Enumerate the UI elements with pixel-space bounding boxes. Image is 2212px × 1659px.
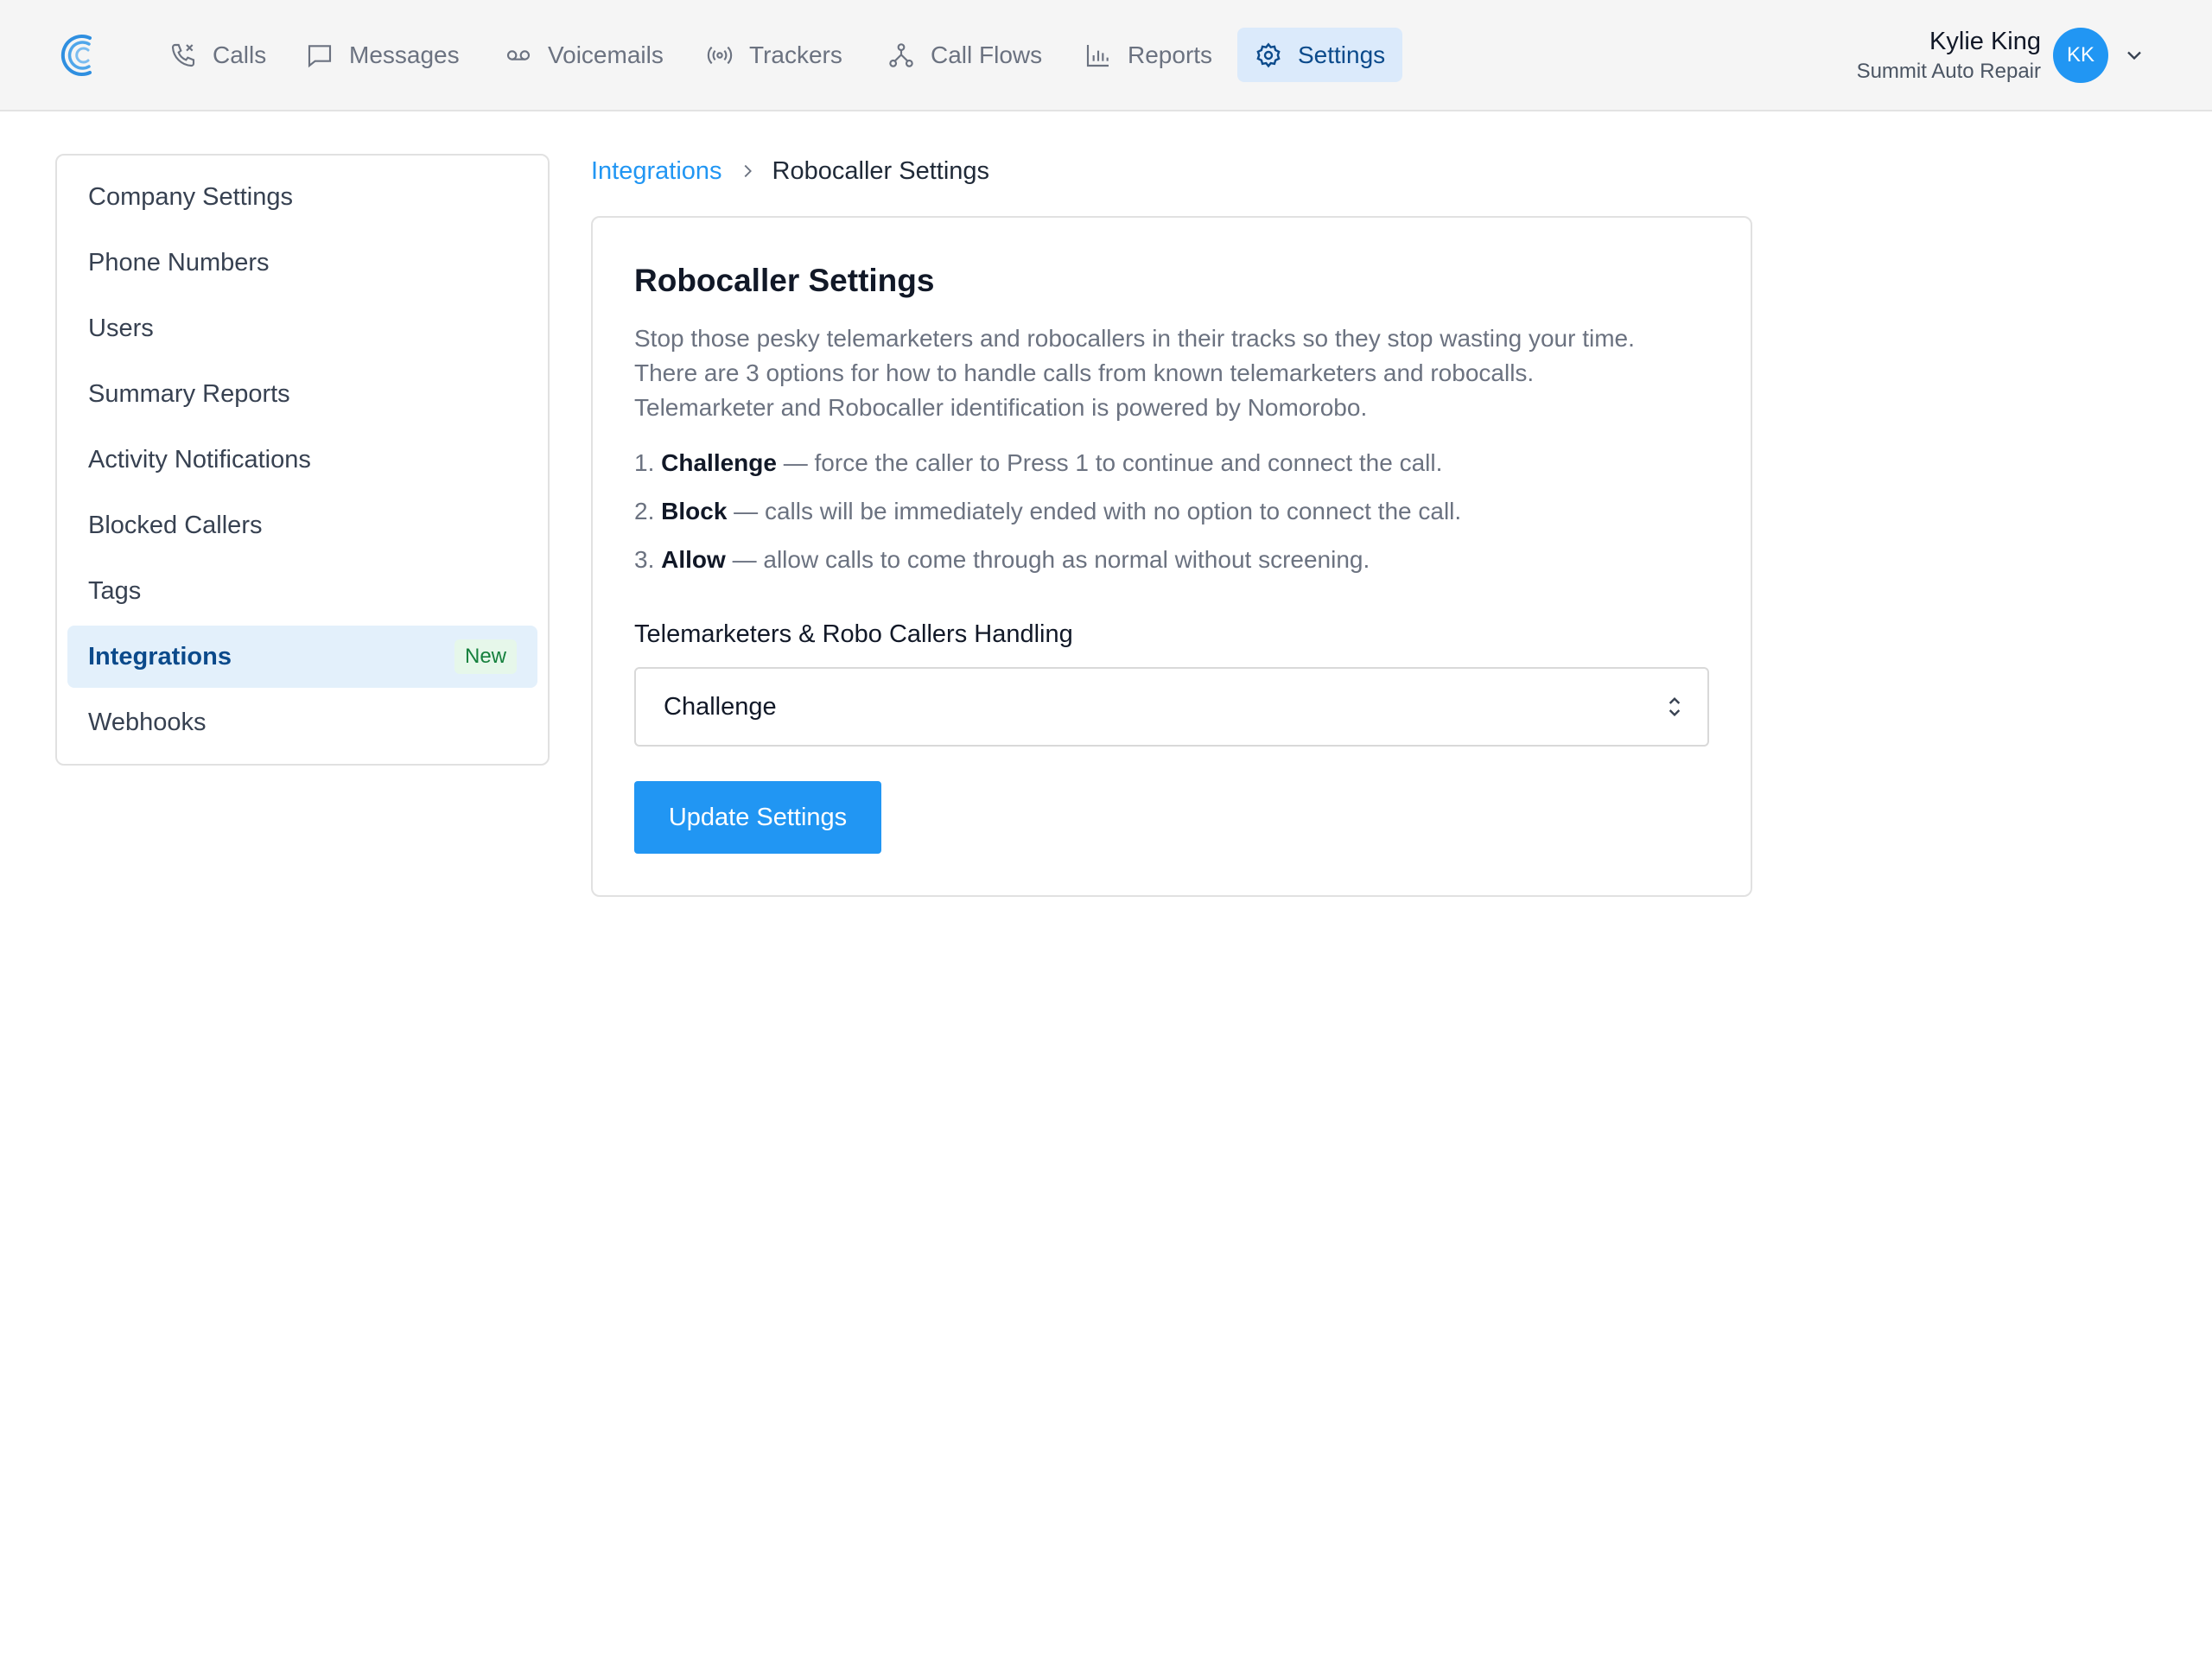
- nav-trackers-label: Trackers: [749, 41, 842, 68]
- chat-icon: [308, 44, 332, 67]
- sidebar-item-label: Summary Reports: [88, 379, 290, 408]
- nav-reports-label: Reports: [1128, 41, 1213, 68]
- sidebar-item-tags[interactable]: Tags: [67, 560, 537, 622]
- description: Stop those pesky telemarketers and roboc…: [634, 321, 1723, 425]
- sidebar-item-webhooks[interactable]: Webhooks: [67, 691, 537, 753]
- handling-select-value: Challenge: [664, 692, 777, 721]
- nav-messages-label: Messages: [349, 41, 460, 68]
- flow-icon: [889, 42, 913, 67]
- breadcrumb: Integrations Robocaller Settings: [591, 154, 989, 188]
- option-text: — calls will be immediately ended with n…: [727, 498, 1462, 524]
- option-block: 2. Block — calls will be immediately end…: [634, 498, 1461, 525]
- sidebar-item-company-settings[interactable]: Company Settings: [67, 166, 537, 228]
- breadcrumb-current: Robocaller Settings: [772, 156, 990, 185]
- chevron-right-icon: [744, 164, 752, 178]
- sidebar-item-summary-reports[interactable]: Summary Reports: [67, 363, 537, 425]
- sidebar-item-label: Users: [88, 314, 154, 342]
- handling-select[interactable]: Challenge: [634, 667, 1709, 747]
- handling-field-label: Telemarketers & Robo Callers Handling: [634, 620, 1073, 648]
- sidebar-item-activity-notifications[interactable]: Activity Notifications: [67, 429, 537, 491]
- top-navbar: Calls Messages Voicemails Trackers Call …: [0, 0, 2212, 111]
- sidebar-item-label: Company Settings: [88, 182, 293, 211]
- option-allow: 3. Allow — allow calls to come through a…: [634, 546, 1370, 574]
- nav-settings-label: Settings: [1298, 41, 1386, 68]
- nav-call-flows-label: Call Flows: [931, 41, 1043, 68]
- user-company: Summit Auto Repair: [1856, 60, 2041, 83]
- settings-sidebar: Company Settings Phone Numbers Users Sum…: [55, 154, 550, 766]
- option-number: 3.: [634, 546, 655, 573]
- nav-settings[interactable]: Settings: [1237, 28, 1403, 82]
- avatar[interactable]: KK: [2053, 28, 2108, 83]
- sidebar-item-label: Phone Numbers: [88, 248, 270, 276]
- user-info[interactable]: Kylie King Summit Auto Repair: [1857, 24, 2041, 85]
- sidebar-item-label: Webhooks: [88, 708, 207, 736]
- nav-voicemails[interactable]: Voicemails: [487, 28, 681, 82]
- nav-calls[interactable]: Calls: [152, 28, 283, 82]
- broadcast-icon: [707, 46, 733, 64]
- option-number: 1.: [634, 449, 655, 476]
- nav-calls-label: Calls: [213, 41, 267, 68]
- page-title: Robocaller Settings: [634, 263, 935, 298]
- sidebar-item-label: Tags: [88, 576, 142, 605]
- new-badge: New: [454, 639, 517, 674]
- voicemail-icon: [506, 49, 531, 60]
- option-name: Allow: [661, 546, 726, 573]
- nav-trackers[interactable]: Trackers: [689, 28, 860, 82]
- bar-chart-icon: [1086, 44, 1109, 67]
- option-number: 2.: [634, 498, 655, 524]
- option-text: — force the caller to Press 1 to continu…: [776, 449, 1443, 476]
- user-name: Kylie King: [1929, 28, 2041, 55]
- nav-call-flows[interactable]: Call Flows: [870, 28, 1059, 82]
- option-challenge: 1. Challenge — force the caller to Press…: [634, 449, 1442, 477]
- sidebar-item-integrations[interactable]: Integrations New: [67, 626, 537, 688]
- option-text: — allow calls to come through as normal …: [725, 546, 1370, 573]
- company-logo-icon[interactable]: [60, 31, 100, 79]
- chevron-up-down-icon: [1669, 696, 1681, 717]
- option-name: Block: [661, 498, 728, 524]
- nav-voicemails-label: Voicemails: [548, 41, 664, 68]
- phone-icon: [171, 43, 195, 67]
- gear-icon: [1256, 41, 1281, 67]
- chevron-down-icon[interactable]: [2122, 43, 2146, 67]
- option-name: Challenge: [661, 449, 777, 476]
- sidebar-item-label: Blocked Callers: [88, 511, 263, 539]
- sidebar-item-phone-numbers[interactable]: Phone Numbers: [67, 232, 537, 294]
- sidebar-item-label: Activity Notifications: [88, 445, 311, 474]
- nav-reports[interactable]: Reports: [1067, 28, 1230, 82]
- description-line: There are 3 options for how to handle ca…: [634, 359, 1535, 386]
- sidebar-item-blocked-callers[interactable]: Blocked Callers: [67, 494, 537, 556]
- nav-messages[interactable]: Messages: [289, 28, 477, 82]
- description-line: Stop those pesky telemarketers and roboc…: [634, 325, 1635, 352]
- sidebar-item-label: Integrations: [88, 642, 232, 671]
- breadcrumb-integrations-link[interactable]: Integrations: [591, 157, 722, 186]
- update-settings-button[interactable]: Update Settings: [634, 781, 881, 854]
- robocaller-settings-card: Robocaller Settings Stop those pesky tel…: [591, 216, 1752, 897]
- description-line: Telemarketer and Robocaller identificati…: [634, 394, 1368, 421]
- sidebar-item-users[interactable]: Users: [67, 297, 537, 359]
